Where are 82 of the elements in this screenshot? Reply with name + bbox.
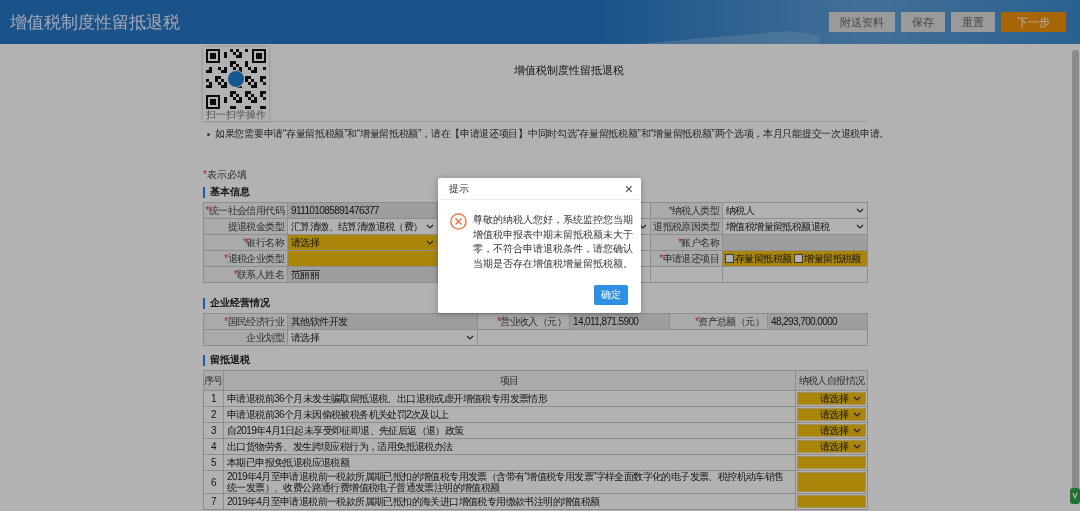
confirm-button[interactable]: 确定: [594, 285, 628, 305]
table-cell: 7: [204, 494, 224, 510]
field-label: *联系人姓名: [204, 267, 288, 283]
select-field[interactable]: 请选择: [288, 235, 438, 251]
section-title: 基本信息: [210, 185, 250, 199]
section-marker-icon: [203, 297, 205, 309]
toolbar-button[interactable]: 重置: [951, 12, 995, 32]
floating-widget-icon[interactable]: [1070, 488, 1080, 504]
table-cell: 申请退税前36个月未发生骗取留抵退税、出口退税或虚开增值税专用发票情形: [224, 391, 796, 407]
page-title: 增值税制度性留抵退税: [513, 64, 624, 76]
table-cell: 6: [204, 471, 224, 494]
table-cell: 2019年4月至申请退税前一税款所属期已抵扣的增值税专用发票（含带有“增值税专用发票”字样全面数字化的电子发票、税控机动车销售统一发票）、收费公路通行费增值税电子普通发票注明的增值税额: [224, 471, 796, 494]
select-field[interactable]: 请选择: [797, 392, 866, 405]
field-label: 退抵税原因类型: [651, 219, 723, 235]
notice-text: 如果您需要申请“存量留抵税额”和“增量留抵税额”，请在【申请退还项目】中同时勾选“存量留抵税额”和“增量留抵税额”两个选项，本月只能提交一次退税申请。: [215, 127, 890, 141]
chevron-icon: [853, 396, 861, 401]
select-field[interactable]: 请选择: [288, 330, 478, 346]
chevron-icon: [466, 335, 474, 340]
table-cell: 2: [204, 407, 224, 423]
input-field[interactable]: [797, 456, 866, 469]
dialog-title: 提示: [449, 181, 469, 196]
text-field[interactable]: 其他软件开发: [288, 314, 478, 330]
chevron-icon: [856, 224, 864, 229]
chevron-icon: [853, 444, 861, 449]
checkbox-option[interactable]: 增量留抵税额: [794, 251, 861, 266]
section-marker-icon: [203, 186, 205, 198]
text-field[interactable]: 范丽丽: [288, 267, 438, 283]
field-label: *资产总额（元）: [670, 314, 768, 330]
table-cell: 本期已申报免抵退税应退税额: [224, 455, 796, 471]
chevron-icon: [426, 240, 434, 245]
dialog-message: 尊敬的纳税人您好，系统监控您当期增值税申报表中期末留抵税额未大于零，不符合申请退税条件，请您确认当期是否存在增值税增量留抵税额。: [473, 213, 634, 271]
select-field[interactable]: 纳税人: [723, 203, 868, 219]
checkbox-option[interactable]: 存量留抵税额: [725, 251, 792, 266]
column-header: 序号: [204, 371, 224, 391]
field-label: *账户名称: [651, 235, 723, 251]
select-field[interactable]: 请选择: [797, 408, 866, 421]
field-label: *申请退还项目: [651, 251, 723, 267]
table-cell: 2019年4月至申请退税前一税款所属期已抵扣的海关进口增值税专用缴款书注明的增值税额: [224, 494, 796, 510]
chevron-icon: [856, 208, 864, 213]
chevron-icon: [426, 224, 434, 229]
table-cell: 出口货物劳务、发生跨境应税行为，适用免抵退税办法: [224, 439, 796, 455]
table-cell: 4: [204, 439, 224, 455]
column-header: 纳税人自报情况: [796, 371, 868, 391]
chevron-icon: [853, 428, 861, 433]
select-field[interactable]: 请选择: [797, 424, 866, 437]
text-field[interactable]: [288, 251, 438, 267]
field-label: 提退税金类型: [204, 219, 288, 235]
input-field[interactable]: [797, 495, 866, 508]
table-cell: 5: [204, 455, 224, 471]
select-field[interactable]: 汇算清缴、结算清缴退税（费）: [288, 219, 438, 235]
field-label: *纳税人类型: [651, 203, 723, 219]
field-label: *退税企业类型: [204, 251, 288, 267]
select-field[interactable]: 增值税增量留抵税额退税: [723, 219, 868, 235]
text-field[interactable]: 911101085891476377: [288, 203, 438, 219]
column-header: 项目: [224, 371, 796, 391]
text-field[interactable]: [723, 235, 868, 251]
table-cell: 3: [204, 423, 224, 439]
section-title: 留抵退税: [210, 353, 250, 367]
field-label: *国民经济行业: [204, 314, 288, 330]
section-title: 企业经营情况: [210, 296, 270, 310]
toolbar-button[interactable]: 附送资料: [829, 12, 895, 32]
table-cell: 自2019年4月1日起未享受即征即退、先征后返（退）政策: [224, 423, 796, 439]
close-button[interactable]: ×: [624, 181, 633, 196]
text-field[interactable]: 48,293,700.0000: [768, 314, 868, 330]
field-label: *营业收入（元）: [478, 314, 570, 330]
app-title: 增值税制度性留抵退税: [10, 11, 180, 34]
field-label: 企业划型: [204, 330, 288, 346]
table-cell: 1: [204, 391, 224, 407]
qr-code-drawing: [206, 49, 266, 109]
checkbox[interactable]: [725, 254, 734, 263]
field-label: *统一社会信用代码: [204, 203, 288, 219]
checkbox[interactable]: [794, 254, 804, 263]
error-icon: [450, 213, 467, 230]
field-label: *银行名称: [204, 235, 288, 251]
input-field[interactable]: [797, 472, 866, 492]
toolbar-button[interactable]: 保存: [901, 12, 945, 32]
table-cell: 申请退税前36个月未因偷税被税务机关处罚2次及以上: [224, 407, 796, 423]
section-marker-icon: [203, 354, 205, 366]
text-field[interactable]: 14,011,871.5900: [570, 314, 670, 330]
select-field[interactable]: 请选择: [797, 440, 866, 453]
required-legend: *表示必填: [203, 168, 247, 182]
chevron-icon: [853, 412, 861, 417]
